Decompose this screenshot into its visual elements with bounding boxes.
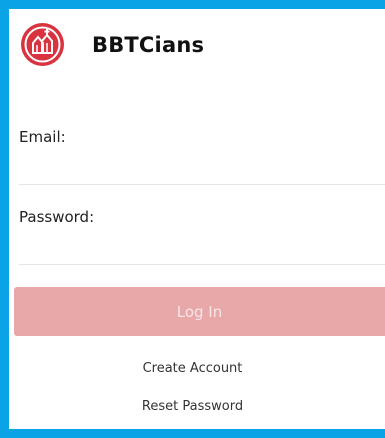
email-field[interactable] <box>19 154 385 185</box>
app-title: BBTCians <box>92 33 205 57</box>
church-cross-logo-icon <box>21 23 64 66</box>
login-button[interactable]: Log In <box>14 287 385 336</box>
email-label: Email: <box>19 128 66 146</box>
password-label: Password: <box>19 208 95 226</box>
reset-password-link[interactable]: Reset Password <box>0 399 385 414</box>
password-field[interactable] <box>19 234 385 265</box>
create-account-link[interactable]: Create Account <box>0 361 385 376</box>
